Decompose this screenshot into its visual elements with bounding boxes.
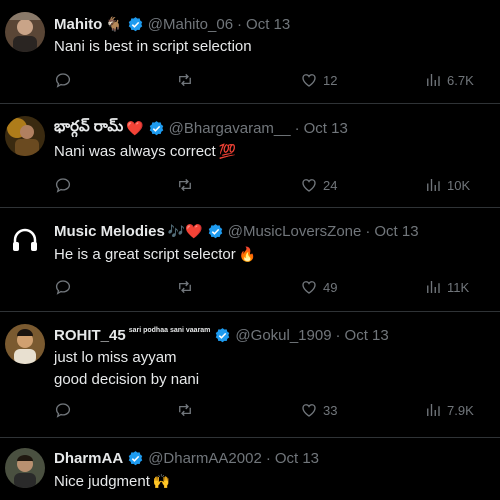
tweet-line: Nani was always correct [54, 143, 216, 160]
tweet-line: He is a great script selector [54, 246, 236, 263]
views-button[interactable]: 6.7K [424, 70, 474, 90]
reply-icon [55, 280, 71, 295]
timestamp[interactable]: Oct 13 [246, 16, 290, 33]
display-name[interactable]: DharmAA [54, 450, 123, 467]
reply-button[interactable] [54, 277, 72, 297]
name-emoji: 🎶❤️ [167, 222, 203, 239]
like-count: 49 [323, 279, 338, 295]
tweet-text: He is a great script selector 🔥 [54, 243, 256, 266]
avatar[interactable] [5, 116, 45, 156]
reply-icon [55, 73, 71, 88]
retweet-button[interactable] [176, 400, 194, 420]
views-button[interactable]: 10K [424, 175, 470, 195]
analytics-icon [427, 74, 440, 86]
tweet-text: just lo miss ayyam good decision by nani [54, 347, 199, 391]
tweet-text: Nani is best in script selection [54, 36, 252, 58]
timestamp[interactable]: Oct 13 [304, 120, 348, 137]
tweet-line: Nice judgment [54, 473, 150, 490]
timestamp[interactable]: Oct 13 [275, 450, 319, 467]
view-count: 6.7K [447, 72, 474, 88]
view-count: 10K [447, 177, 471, 193]
retweet-button[interactable] [176, 175, 194, 195]
tweet-feed: Mahito 🐐 @Mahito_06 · Oct 13 Nani is bes… [0, 0, 500, 500]
heart-icon [302, 281, 316, 294]
verified-badge-icon [128, 16, 142, 31]
display-name[interactable]: ROHIT_45 [54, 327, 126, 344]
retweet-icon [179, 178, 191, 192]
tweet-line: good decision by nani [54, 371, 200, 388]
name-suffix: sari podhaa sani vaaram [128, 326, 211, 334]
heart-icon [302, 404, 316, 417]
like-button[interactable]: 49 [300, 277, 337, 297]
display-name[interactable]: భార్గవ్ రామ్ [54, 118, 123, 139]
like-count: 24 [323, 177, 338, 193]
views-button[interactable]: 7.9K [424, 400, 474, 420]
body-emoji: 🔥 [238, 246, 257, 262]
tweet-text: Nani was always correct 💯 [54, 140, 236, 163]
separator-dot: · [237, 15, 243, 33]
retweet-button[interactable] [176, 277, 194, 297]
body-emoji: 💯 [218, 143, 237, 159]
handle[interactable]: @DharmAA2002 [148, 450, 262, 467]
name-emoji: 🐐 [105, 15, 123, 32]
like-count: 33 [323, 402, 338, 418]
heart-icon [302, 179, 316, 192]
avatar[interactable] [5, 220, 45, 260]
handle[interactable]: @Gokul_1909 [235, 327, 331, 344]
tweet-card[interactable]: భార్గవ్ రామ్ ❤️ @Bhargavaram__ · Oct 13 … [0, 104, 500, 208]
like-button[interactable]: 24 [300, 175, 337, 195]
like-button[interactable]: 12 [300, 70, 337, 90]
separator-dot: · [335, 326, 341, 344]
tweet-card[interactable]: ROHIT_45 sari podhaa sani vaaram @Gokul_… [0, 312, 500, 438]
reply-button[interactable] [54, 175, 72, 195]
timestamp[interactable]: Oct 13 [345, 327, 389, 344]
tweet-card[interactable]: Mahito 🐐 @Mahito_06 · Oct 13 Nani is bes… [0, 0, 500, 104]
reply-icon [55, 403, 71, 418]
tweet-card[interactable]: DharmAA @DharmAA2002 · Oct 13 Nice judgm… [0, 438, 500, 500]
action-bar: 49 11K [0, 277, 500, 297]
retweet-icon [179, 403, 191, 417]
action-bar: 12 6.7K [0, 70, 500, 90]
verified-badge-icon [208, 223, 222, 238]
avatar[interactable] [5, 12, 45, 52]
like-count: 12 [323, 72, 338, 88]
analytics-icon [427, 404, 440, 416]
retweet-button[interactable] [176, 70, 194, 90]
views-button[interactable]: 11K [424, 277, 469, 297]
action-bar: 24 10K [0, 175, 500, 195]
display-name[interactable]: Mahito [54, 16, 102, 33]
verified-badge-icon [216, 327, 230, 342]
separator-dot: · [365, 222, 371, 240]
handle[interactable]: @Bhargavaram__ [169, 120, 291, 137]
retweet-icon [179, 280, 191, 294]
verified-badge-icon [128, 450, 143, 465]
handle[interactable]: @Mahito_06 [148, 16, 233, 33]
retweet-icon [179, 73, 191, 87]
display-name[interactable]: Music Melodies [54, 223, 165, 240]
tweet-line: just lo miss ayyam [54, 349, 177, 366]
separator-dot: · [294, 119, 300, 137]
avatar[interactable] [5, 324, 45, 364]
view-count: 7.9K [447, 402, 474, 418]
reply-button[interactable] [54, 70, 72, 90]
like-button[interactable]: 33 [300, 400, 337, 420]
tweet-text: Nice judgment 🙌 [54, 470, 170, 493]
avatar[interactable] [5, 448, 45, 488]
verified-badge-icon [149, 120, 163, 135]
handle[interactable]: @MusicLoversZone [228, 223, 362, 240]
view-count: 11K [447, 279, 470, 295]
analytics-icon [427, 281, 440, 293]
tweet-line: Nani is best in script selection [54, 38, 252, 55]
reply-icon [55, 178, 71, 193]
tweet-card[interactable]: Music Melodies 🎶❤️ @MusicLoversZone · Oc… [0, 208, 500, 312]
name-emoji: ❤️ [126, 119, 144, 136]
timestamp[interactable]: Oct 13 [374, 223, 418, 240]
heart-icon [302, 74, 316, 87]
reply-button[interactable] [54, 400, 72, 420]
separator-dot: · [265, 449, 271, 467]
body-emoji: 🙌 [152, 473, 171, 489]
action-bar: 33 7.9K [0, 400, 500, 420]
analytics-icon [427, 179, 440, 191]
